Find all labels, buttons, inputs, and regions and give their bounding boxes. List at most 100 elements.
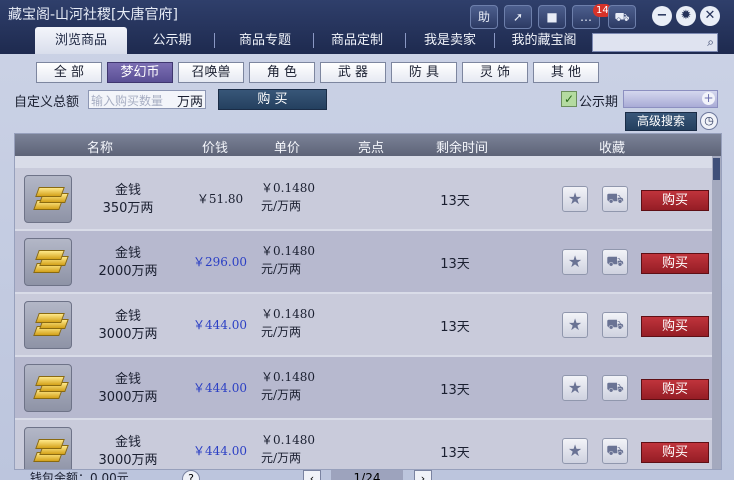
title-bar: 藏宝阁-山河社稷[大唐官府] 助 ➚ ■ … 14 ⛟ − ✹ ✕ 浏览商品 公… — [0, 0, 734, 54]
item-remaining: 13天 — [440, 194, 470, 209]
buy-button[interactable]: 购买 — [641, 316, 709, 337]
pin-button[interactable]: ➚ — [504, 5, 532, 29]
help-icon[interactable]: ? — [182, 470, 200, 480]
item-name: 金钱 — [114, 435, 141, 450]
advanced-search-button[interactable]: 高级搜索 — [625, 112, 697, 131]
item-unit: 元/万两 — [261, 388, 302, 402]
quantity-placeholder: 输入购买数量 — [91, 94, 164, 108]
item-unit: 元/万两 — [261, 325, 302, 339]
item-name: 金钱 — [114, 183, 141, 198]
category-roles[interactable]: 角 色 — [249, 62, 315, 83]
plus-icon[interactable]: + — [702, 92, 715, 105]
minimize-icon: − — [656, 8, 668, 23]
gold-bars-icon — [24, 175, 72, 223]
item-unit: 元/万两 — [261, 451, 302, 465]
close-button[interactable]: ✕ — [700, 6, 720, 26]
item-name: 金钱 — [114, 309, 141, 324]
column-header-price: 价钱 — [202, 141, 229, 156]
cart-icon[interactable]: ⛟ — [602, 249, 628, 275]
tab-seller[interactable]: 我是卖家 — [410, 27, 490, 54]
chat-icon: … — [580, 10, 592, 24]
cart-icon[interactable]: ⛟ — [602, 438, 628, 464]
wallet-balance: 钱包余额：0.00元 — [30, 471, 129, 480]
table-row[interactable]: 金钱 3000万两 ￥444.00 ￥0.1480 元/万两 13天 ★ ⛟ 购… — [15, 420, 712, 469]
item-unit-price: ￥0.1480 — [261, 370, 315, 384]
help-button[interactable]: 助 — [470, 5, 498, 29]
item-amount: 3000万两 — [98, 390, 158, 405]
minimize-button[interactable]: − — [652, 6, 672, 26]
tab-my-cbg[interactable]: 我的藏宝阁 — [500, 27, 588, 54]
tab-topics[interactable]: 商品专题 — [222, 27, 308, 54]
cbg-window: 藏宝阁-山河社稷[大唐官府] 助 ➚ ■ … 14 ⛟ − ✹ ✕ 浏览商品 公… — [0, 0, 734, 480]
cart-icon[interactable]: ⛟ — [602, 186, 628, 212]
table-header: 名称 价钱 单价 亮点 剩余时间 收藏 — [15, 134, 721, 156]
category-armor[interactable]: 防 具 — [391, 62, 457, 83]
quantity-unit: 万两 — [176, 95, 203, 110]
item-price: ￥51.80 — [196, 192, 244, 206]
cart-icon[interactable]: ⛟ — [602, 312, 628, 338]
search-input[interactable]: ⌕ — [592, 33, 718, 52]
prev-page-button[interactable]: ‹ — [303, 470, 321, 480]
category-pets[interactable]: 召唤兽 — [178, 62, 244, 83]
chevron-left-icon: ‹ — [309, 472, 315, 480]
star-icon[interactable]: ★ — [562, 375, 588, 401]
item-amount: 3000万两 — [98, 327, 158, 342]
star-icon[interactable]: ★ — [562, 249, 588, 275]
column-header-favorite: 收藏 — [599, 141, 626, 156]
settings-button[interactable]: ✹ — [676, 6, 696, 26]
page-indicator: 1/24 — [331, 470, 403, 480]
cart-icon[interactable]: ⛟ — [602, 375, 628, 401]
buy-button[interactable]: 购买 — [641, 379, 709, 400]
tab-public[interactable]: 公示期 — [136, 27, 208, 54]
buy-button[interactable]: 购买 — [641, 442, 709, 463]
search-icon[interactable]: ⌕ — [707, 35, 714, 50]
public-period-checkbox[interactable]: ✓ — [561, 91, 577, 107]
item-amount: 350万两 — [102, 201, 154, 216]
listing-panel: 名称 价钱 单价 亮点 剩余时间 收藏 金钱 350万两 ￥51.80 ￥0.1… — [14, 133, 722, 470]
quantity-input[interactable]: 输入购买数量 万两 — [88, 90, 206, 110]
tab-divider — [313, 33, 314, 48]
item-amount: 3000万两 — [98, 453, 158, 468]
tab-browse[interactable]: 浏览商品 — [35, 27, 127, 54]
item-unit-price: ￥0.1480 — [261, 181, 315, 195]
table-row[interactable]: 金钱 2000万两 ￥296.00 ￥0.1480 元/万两 13天 ★ ⛟ 购… — [15, 231, 712, 292]
cart-icon: ⛟ — [614, 10, 630, 24]
category-weapons[interactable]: 武 器 — [320, 62, 386, 83]
stop-button[interactable]: ■ — [538, 5, 566, 29]
category-ornaments[interactable]: 灵 饰 — [462, 62, 528, 83]
star-icon[interactable]: ★ — [562, 186, 588, 212]
item-remaining: 13天 — [440, 446, 470, 461]
scrollbar-thumb[interactable] — [713, 158, 720, 180]
gold-bars-icon — [24, 301, 72, 349]
buy-button[interactable]: 购买 — [641, 190, 709, 211]
tab-divider — [405, 33, 406, 48]
table-row[interactable]: 金钱 3000万两 ￥444.00 ￥0.1480 元/万两 13天 ★ ⛟ 购… — [15, 357, 712, 418]
tab-custom[interactable]: 商品定制 — [318, 27, 396, 54]
chevron-right-icon: › — [420, 472, 426, 480]
item-price: ￥296.00 — [193, 255, 247, 269]
category-currency[interactable]: 梦幻币 — [107, 62, 173, 83]
cart-button[interactable]: ⛟ — [608, 5, 636, 29]
pin-icon: ➚ — [512, 10, 524, 24]
item-unit: 元/万两 — [261, 199, 302, 213]
gear-icon: ✹ — [680, 8, 692, 23]
clock-icon[interactable]: ◷ — [700, 112, 718, 130]
column-header-highlights: 亮点 — [358, 141, 385, 156]
next-page-button[interactable]: › — [414, 470, 432, 480]
item-name: 金钱 — [114, 372, 141, 387]
star-icon[interactable]: ★ — [562, 312, 588, 338]
table-row[interactable]: 金钱 3000万两 ￥444.00 ￥0.1480 元/万两 13天 ★ ⛟ 购… — [15, 294, 712, 355]
tab-divider — [214, 33, 215, 48]
public-period-dropdown[interactable]: + — [623, 90, 718, 108]
category-all[interactable]: 全 部 — [36, 62, 102, 83]
scrollbar[interactable] — [712, 156, 721, 469]
custom-buy-button[interactable]: 购 买 — [218, 89, 327, 110]
buy-button[interactable]: 购买 — [641, 253, 709, 274]
item-unit: 元/万两 — [261, 262, 302, 276]
category-other[interactable]: 其 他 — [533, 62, 599, 83]
table-row[interactable]: 金钱 350万两 ￥51.80 ￥0.1480 元/万两 13天 ★ ⛟ 购买 — [15, 168, 712, 229]
item-amount: 2000万两 — [98, 264, 158, 279]
item-unit-price: ￥0.1480 — [261, 433, 315, 447]
item-price: ￥444.00 — [193, 318, 247, 332]
star-icon[interactable]: ★ — [562, 438, 588, 464]
